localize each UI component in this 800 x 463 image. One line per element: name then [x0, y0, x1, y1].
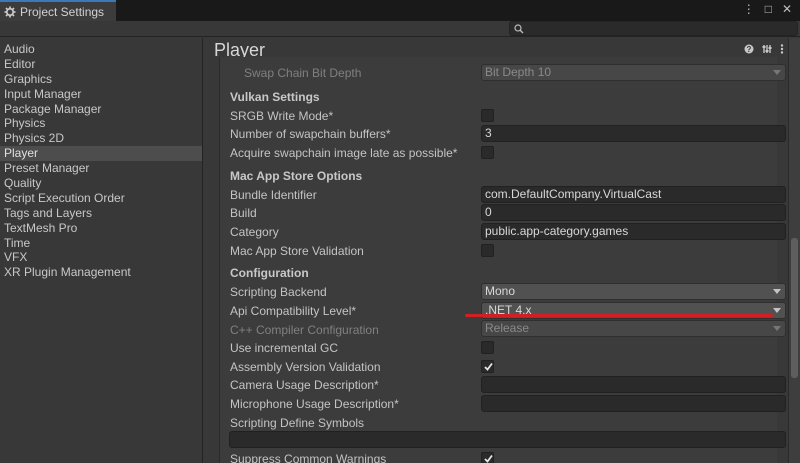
sidebar-item-player[interactable]: Player: [0, 146, 202, 162]
red-underline-annotation: [465, 314, 773, 317]
chevron-down-icon: [773, 289, 781, 294]
sidebar-item-textmesh-pro[interactable]: TextMesh Pro: [0, 221, 202, 236]
search-bar: [0, 21, 800, 37]
category-field[interactable]: public.app-category.games: [481, 223, 786, 240]
menu-icon[interactable]: ⋮: [743, 2, 755, 16]
content-scrollbar[interactable]: [788, 38, 800, 463]
camera-usage-field[interactable]: [481, 376, 786, 393]
checkmark-icon: [483, 361, 494, 375]
sidebar-item-graphics[interactable]: Graphics: [0, 72, 202, 87]
sidebar-item-quality[interactable]: Quality: [0, 176, 202, 191]
incremental-gc-label: Use incremental GC: [230, 341, 339, 355]
mic-usage-field[interactable]: [481, 395, 786, 412]
maximize-icon[interactable]: □: [765, 2, 772, 16]
suppress-warnings-label: Suppress Common Warnings: [230, 452, 387, 463]
settings-sidebar: Audio Editor Graphics Input Manager Package …: [0, 38, 203, 463]
sidebar-item-editor[interactable]: Editor: [0, 57, 202, 72]
swap-chain-dropdown[interactable]: Bit Depth 10: [481, 64, 786, 81]
sidebar-item-physics[interactable]: Physics: [0, 116, 202, 131]
search-icon: [514, 23, 524, 34]
checkmark-icon: [483, 453, 494, 463]
sidebar-item-time[interactable]: Time: [0, 236, 202, 251]
bundle-id-label: Bundle Identifier: [230, 188, 317, 202]
suppress-warnings-checkbox[interactable]: [481, 452, 494, 463]
swapchain-buffers-field[interactable]: 3: [481, 125, 786, 142]
acquire-late-label: Acquire swapchain image late as possible…: [230, 146, 458, 160]
scripting-backend-label: Scripting Backend: [230, 285, 327, 299]
scrollbar-thumb[interactable]: [791, 238, 798, 378]
chevron-down-icon: [773, 70, 781, 75]
build-label: Build: [230, 206, 257, 220]
configuration-heading: Configuration: [230, 266, 309, 280]
settings-panel: Swap Chain Bit Depth Bit Depth 10 Vulkan…: [219, 57, 786, 463]
search-input[interactable]: [509, 21, 798, 36]
define-symbols-label: Scripting Define Symbols: [230, 416, 365, 430]
swap-chain-value: Bit Depth 10: [485, 65, 552, 79]
project-settings-tab[interactable]: Project Settings: [0, 0, 116, 21]
chevron-down-icon: [773, 326, 781, 331]
title-bar: Project Settings ⋮ □ ✕: [0, 0, 800, 21]
cpp-config-dropdown[interactable]: Release: [481, 320, 786, 337]
player-settings-content: Player ? Swap Chain Bit Depth Bit Depth …: [204, 38, 800, 463]
api-level-label: Api Compatibility Level*: [230, 304, 357, 318]
gear-icon: [4, 6, 16, 18]
camera-usage-label: Camera Usage Description*: [230, 378, 379, 392]
mac-validation-checkbox[interactable]: [481, 244, 494, 257]
swapchain-buffers-label: Number of swapchain buffers*: [230, 127, 391, 141]
chevron-down-icon: [773, 308, 781, 313]
sidebar-item-tags-and-layers[interactable]: Tags and Layers: [0, 206, 202, 221]
build-field[interactable]: 0: [481, 204, 786, 221]
help-icon[interactable]: ?: [744, 44, 754, 54]
close-icon[interactable]: ✕: [782, 2, 792, 16]
sidebar-item-package-manager[interactable]: Package Manager: [0, 102, 202, 117]
vulkan-settings-heading: Vulkan Settings: [230, 90, 320, 104]
swap-chain-label: Swap Chain Bit Depth: [244, 66, 362, 80]
sidebar-item-preset-manager[interactable]: Preset Manager: [0, 161, 202, 176]
incremental-gc-checkbox[interactable]: [481, 341, 494, 354]
srgb-checkbox[interactable]: [481, 109, 494, 122]
mic-usage-label: Microphone Usage Description*: [230, 397, 399, 411]
assembly-validation-checkbox[interactable]: [481, 360, 494, 373]
assembly-validation-label: Assembly Version Validation: [230, 360, 381, 374]
bundle-id-field[interactable]: com.DefaultCompany.VirtualCast: [481, 186, 786, 203]
cpp-config-value: Release: [485, 321, 530, 335]
cpp-config-label: C++ Compiler Configuration: [230, 323, 379, 337]
svg-text:?: ?: [747, 45, 752, 54]
acquire-late-checkbox[interactable]: [481, 146, 494, 159]
define-symbols-field[interactable]: [229, 431, 786, 448]
tab-title: Project Settings: [20, 4, 105, 19]
sidebar-item-audio[interactable]: Audio: [0, 42, 202, 57]
mac-validation-label: Mac App Store Validation: [230, 244, 364, 258]
srgb-label: SRGB Write Mode*: [230, 109, 334, 123]
sidebar-item-script-execution-order[interactable]: Script Execution Order: [0, 191, 202, 206]
sidebar-item-vfx[interactable]: VFX: [0, 250, 202, 265]
mac-app-store-heading: Mac App Store Options: [230, 169, 363, 183]
sidebar-item-input-manager[interactable]: Input Manager: [0, 87, 202, 102]
category-label: Category: [230, 225, 279, 239]
sidebar-item-physics-2d[interactable]: Physics 2D: [0, 131, 202, 146]
preset-icon[interactable]: [762, 44, 772, 54]
scripting-backend-dropdown[interactable]: Mono: [481, 283, 786, 300]
sidebar-item-xr-plugin-management[interactable]: XR Plugin Management: [0, 265, 202, 280]
scripting-backend-value: Mono: [485, 284, 516, 298]
